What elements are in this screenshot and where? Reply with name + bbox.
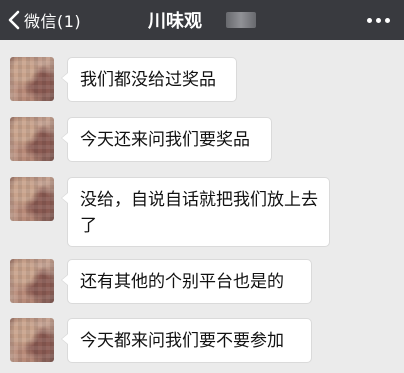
avatar[interactable] bbox=[10, 259, 54, 303]
message-text: 今天还来问我们要奖品 bbox=[80, 130, 250, 150]
blurred-title-suffix bbox=[226, 12, 256, 28]
message-bubble[interactable]: 今天都来问我们要不要参加 bbox=[61, 318, 312, 363]
message-bubble[interactable]: 没给，自说自话就把我们放上去了 bbox=[61, 177, 330, 247]
message-bubble[interactable]: 我们都没给过奖品 bbox=[61, 57, 237, 102]
avatar[interactable] bbox=[10, 177, 54, 221]
back-button[interactable]: 微信(1) bbox=[8, 0, 81, 40]
message-text: 没给，自说自话就把我们放上去了 bbox=[80, 190, 318, 236]
message-text: 还有其他的个别平台也是的 bbox=[80, 272, 284, 292]
dot-icon bbox=[376, 17, 381, 23]
dot-icon bbox=[367, 17, 372, 23]
chevron-left-icon bbox=[8, 10, 20, 30]
back-label: 微信(1) bbox=[24, 12, 82, 31]
message-text: 今天都来问我们要不要参加 bbox=[80, 331, 284, 351]
avatar[interactable] bbox=[10, 57, 54, 101]
avatar[interactable] bbox=[10, 318, 54, 362]
chat-area[interactable]: 我们都没给过奖品 今天还来问我们要奖品 没给，自说自话就把我们放上去了 还有其他… bbox=[0, 40, 404, 373]
message-text: 我们都没给过奖品 bbox=[80, 70, 216, 90]
dot-icon bbox=[385, 17, 390, 23]
chat-title: 川味观 bbox=[148, 11, 202, 32]
message-bubble[interactable]: 还有其他的个别平台也是的 bbox=[61, 259, 312, 304]
nav-bar: 微信(1) 川味观 bbox=[0, 0, 404, 40]
more-options-button[interactable] bbox=[363, 0, 390, 40]
message-bubble[interactable]: 今天还来问我们要奖品 bbox=[61, 117, 272, 162]
avatar[interactable] bbox=[10, 117, 54, 161]
